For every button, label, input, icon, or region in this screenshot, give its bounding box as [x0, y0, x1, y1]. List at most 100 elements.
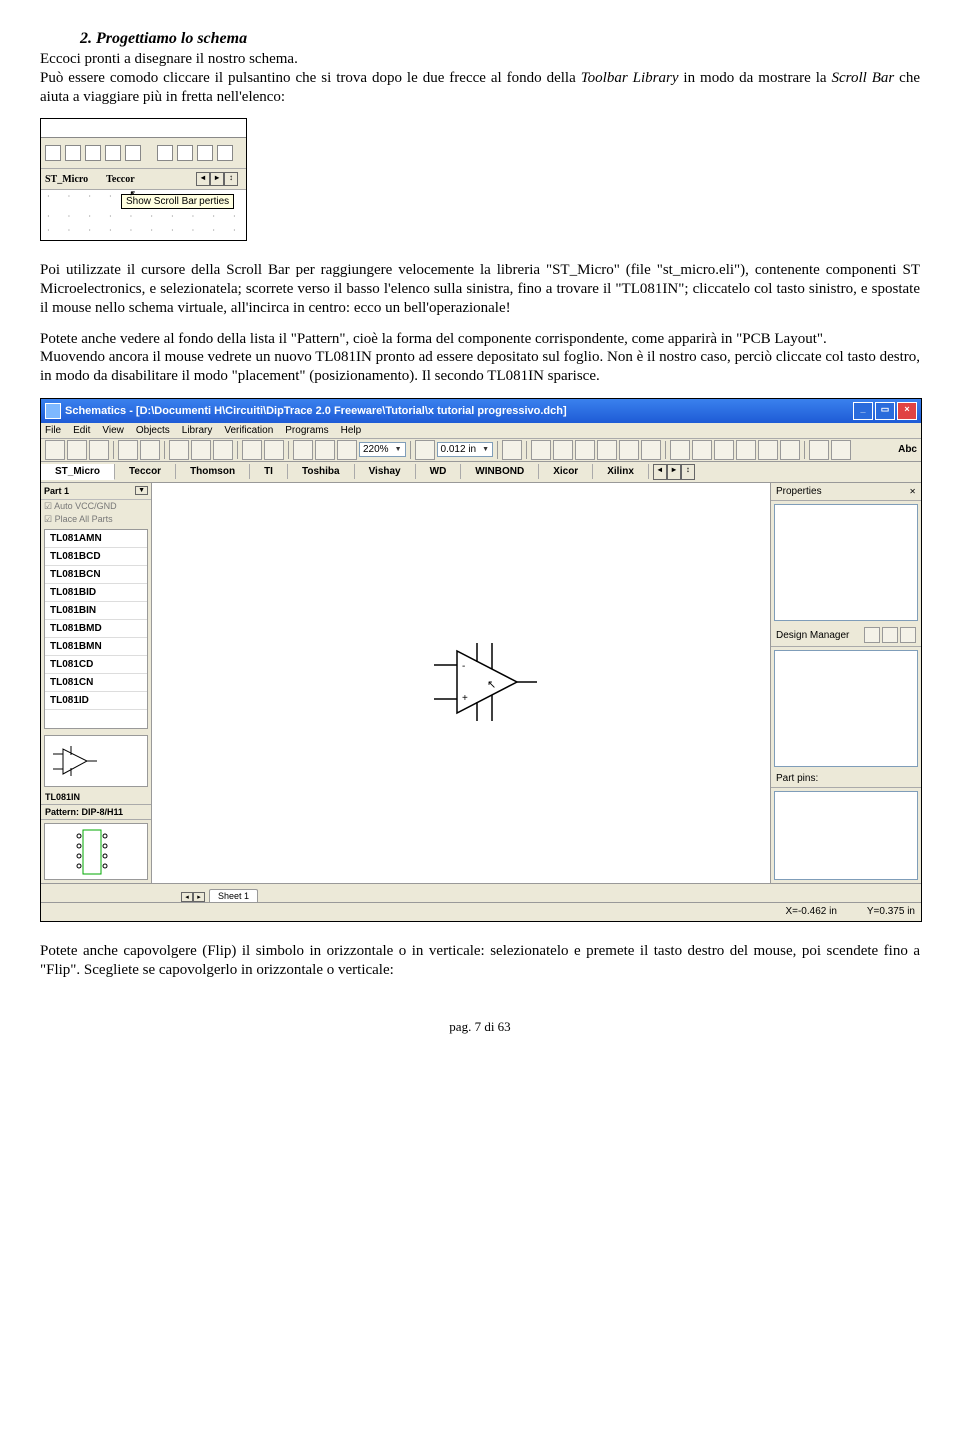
- tool-icon[interactable]: [900, 627, 916, 643]
- opamp-component[interactable]: - + ↖: [432, 643, 542, 728]
- tool-icon[interactable]: [125, 145, 141, 161]
- arrow-right-icon[interactable]: ▸: [667, 464, 681, 480]
- tool-icon[interactable]: [217, 145, 233, 161]
- left-panel: Part 1 ▼ ☑ Auto VCC/GND ☑ Place All Part…: [41, 483, 152, 883]
- arrow-left-icon[interactable]: ◂: [196, 172, 210, 186]
- zoom-combo[interactable]: 220%▼: [359, 442, 406, 457]
- auto-vcc-checkbox[interactable]: ☑ Auto VCC/GND: [41, 500, 151, 513]
- scrollbar-toggle-button[interactable]: ↕: [224, 172, 238, 186]
- list-item[interactable]: TL081CD: [45, 656, 147, 674]
- menu-objects[interactable]: Objects: [136, 425, 170, 436]
- scrollbar-toggle-button[interactable]: ↕: [681, 464, 695, 480]
- text: Muovendo ancora il mouse vedrete un nuov…: [40, 349, 920, 384]
- cut-button[interactable]: [169, 440, 189, 460]
- lib-tab-stmicro[interactable]: ST_Micro: [45, 174, 88, 185]
- zoom-out-button[interactable]: [315, 440, 335, 460]
- tool-icon[interactable]: [177, 145, 193, 161]
- menu-edit[interactable]: Edit: [73, 425, 90, 436]
- schematic-canvas[interactable]: - + ↖: [152, 483, 770, 883]
- save-button[interactable]: [89, 440, 109, 460]
- list-item[interactable]: TL081BID: [45, 584, 147, 602]
- tool-button[interactable]: [780, 440, 800, 460]
- lib-tab[interactable]: WD: [416, 464, 462, 479]
- coord-y: Y=0.375 in: [867, 906, 915, 917]
- print-button[interactable]: [118, 440, 138, 460]
- lib-tab[interactable]: Toshiba: [288, 464, 355, 479]
- lib-tab[interactable]: ST_Micro: [41, 464, 115, 480]
- abc-label[interactable]: Abc: [898, 444, 917, 455]
- menu-view[interactable]: View: [102, 425, 124, 436]
- tool-icon[interactable]: [197, 145, 213, 161]
- paste-button[interactable]: [213, 440, 233, 460]
- list-item[interactable]: TL081BIN: [45, 602, 147, 620]
- copy-button[interactable]: [191, 440, 211, 460]
- lib-tab[interactable]: Xilinx: [593, 464, 649, 479]
- tool-icon[interactable]: [882, 627, 898, 643]
- lib-tab[interactable]: Teccor: [115, 464, 176, 479]
- lib-tab-teccor[interactable]: Teccor: [106, 174, 135, 185]
- tool-button[interactable]: [692, 440, 712, 460]
- tab-arrow-left[interactable]: ◂: [181, 892, 193, 902]
- tool-button[interactable]: [641, 440, 661, 460]
- list-item[interactable]: TL081ID: [45, 692, 147, 710]
- sheet-tab[interactable]: Sheet 1: [209, 889, 258, 902]
- tool-button[interactable]: [736, 440, 756, 460]
- menu-help[interactable]: Help: [341, 425, 362, 436]
- menu-library[interactable]: Library: [182, 425, 213, 436]
- list-item[interactable]: TL081BCN: [45, 566, 147, 584]
- text: in modo da mostrare la: [678, 70, 831, 86]
- list-item[interactable]: TL081BMD: [45, 620, 147, 638]
- tool-icon[interactable]: [65, 145, 81, 161]
- list-item[interactable]: TL081BCD: [45, 548, 147, 566]
- tool-button[interactable]: [575, 440, 595, 460]
- text: Potete anche vedere al fondo della lista…: [40, 331, 827, 347]
- tool-icon[interactable]: [157, 145, 173, 161]
- list-item[interactable]: TL081BMN: [45, 638, 147, 656]
- tool-button[interactable]: [553, 440, 573, 460]
- tool-button[interactable]: [758, 440, 778, 460]
- tab-arrow-right[interactable]: ▸: [193, 892, 205, 902]
- lib-tab[interactable]: Xicor: [539, 464, 593, 479]
- zoom-fit-button[interactable]: [337, 440, 357, 460]
- tool-button[interactable]: [597, 440, 617, 460]
- zoom-in-button[interactable]: [293, 440, 313, 460]
- grid-combo[interactable]: 0.012 in▼: [437, 442, 494, 457]
- tool-icon[interactable]: [105, 145, 121, 161]
- list-item[interactable]: TL081AMN: [45, 530, 147, 548]
- close-button[interactable]: ×: [897, 402, 917, 420]
- refresh-icon[interactable]: [864, 627, 880, 643]
- dropdown-icon[interactable]: ▼: [135, 486, 148, 495]
- lib-tab[interactable]: Vishay: [355, 464, 416, 479]
- maximize-button[interactable]: ▭: [875, 402, 895, 420]
- lib-tab[interactable]: WINBOND: [461, 464, 539, 479]
- tool-button[interactable]: [619, 440, 639, 460]
- arrow-left-icon[interactable]: ◂: [653, 464, 667, 480]
- tool-button[interactable]: [670, 440, 690, 460]
- window-bar: [41, 119, 246, 138]
- tool-button[interactable]: [831, 440, 851, 460]
- tool-icon[interactable]: [45, 145, 61, 161]
- lib-tab[interactable]: TI: [250, 464, 288, 479]
- grid-button[interactable]: [415, 440, 435, 460]
- minimize-button[interactable]: _: [853, 402, 873, 420]
- open-button[interactable]: [67, 440, 87, 460]
- tool-button[interactable]: [531, 440, 551, 460]
- tool-button[interactable]: [714, 440, 734, 460]
- menu-programs[interactable]: Programs: [285, 425, 328, 436]
- undo-button[interactable]: [242, 440, 262, 460]
- tool-button[interactable]: [809, 440, 829, 460]
- new-button[interactable]: [45, 440, 65, 460]
- place-all-checkbox[interactable]: ☑ Place All Parts: [41, 513, 151, 526]
- parts-listbox[interactable]: TL081AMN TL081BCD TL081BCN TL081BID TL08…: [44, 529, 148, 729]
- library-tabs-row: ST_Micro Teccor ◂ ▸ ↕: [41, 169, 246, 190]
- close-panel-icon[interactable]: ✕: [909, 487, 916, 496]
- list-item[interactable]: TL081CN: [45, 674, 147, 692]
- menu-file[interactable]: File: [45, 425, 61, 436]
- lib-tab[interactable]: Thomson: [176, 464, 250, 479]
- arrow-right-icon[interactable]: ▸: [210, 172, 224, 186]
- preview-button[interactable]: [140, 440, 160, 460]
- redo-button[interactable]: [264, 440, 284, 460]
- menu-verification[interactable]: Verification: [224, 425, 273, 436]
- pointer-button[interactable]: [502, 440, 522, 460]
- tool-icon[interactable]: [85, 145, 101, 161]
